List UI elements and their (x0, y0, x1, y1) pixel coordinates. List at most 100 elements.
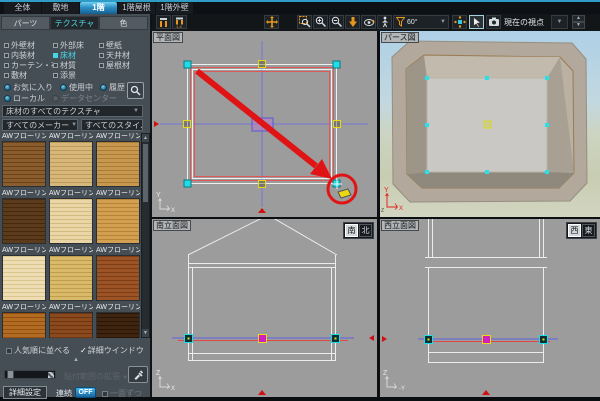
floor-tab[interactable]: 敷地 (42, 2, 79, 14)
texture-scale-slider[interactable] (4, 370, 56, 379)
detail-window-checkbox-label[interactable]: 詳細ウインドウ (88, 345, 144, 356)
detail-settings-button[interactable]: 詳細設定 (3, 386, 47, 399)
sort-checkbox-label[interactable]: 人気順に並べる (14, 345, 70, 356)
collapse-panel-button[interactable]: ▲ (56, 357, 96, 364)
wood-texture-thumbnail[interactable] (96, 198, 140, 244)
zoom-out-tool-button[interactable] (329, 15, 344, 29)
wood-texture-thumbnail[interactable] (2, 255, 46, 301)
plan-viewport[interactable]: 平面図 (152, 31, 377, 217)
zoom-window-tool-button[interactable] (297, 15, 312, 29)
wood-texture-thumbnail[interactable] (2, 141, 46, 187)
category-item[interactable]: 材質 (53, 60, 99, 70)
direction-button-west[interactable]: 西 (568, 224, 581, 237)
texture-swatch[interactable]: AWフローリング... (2, 247, 46, 301)
paste-wall-tool-button[interactable] (156, 15, 171, 29)
panel-tab[interactable]: テクスチャ (50, 16, 99, 30)
texture-swatch[interactable]: AWフローリング... (2, 133, 46, 187)
perspective-canvas[interactable]: Y X Z (380, 31, 600, 217)
paste-all-walls-tool-button[interactable]: 1-4 (172, 15, 187, 29)
perspective-viewport[interactable]: パース図 Y X (380, 31, 600, 217)
texture-swatch[interactable]: AWフローリング... (96, 247, 140, 301)
zoom-extents-tool-button[interactable] (345, 15, 360, 29)
texture-swatch[interactable]: AWフローリング... (2, 304, 46, 338)
maker-dropdown[interactable]: すべてのメーカー ▼ (2, 119, 78, 131)
plan-canvas[interactable]: Y X (152, 31, 377, 217)
scroll-down-icon[interactable]: ▼ (142, 329, 149, 337)
style-dropdown[interactable]: すべてのスタイル ▼ (81, 119, 143, 131)
texture-swatch[interactable]: AWフローリング... (96, 304, 140, 338)
orbit-tool-button[interactable] (361, 15, 376, 29)
filter-item[interactable]: 履歴 (100, 82, 125, 93)
wall-bottom (407, 172, 574, 188)
direction-button-north[interactable]: 北 (359, 224, 372, 237)
category-item[interactable]: 内装材 (4, 50, 53, 60)
svg-text:Z: Z (156, 370, 161, 377)
sort-checkbox[interactable] (6, 348, 12, 354)
category-item[interactable]: 壁紙 (99, 40, 147, 50)
floor-tab[interactable]: 全体 (4, 2, 41, 14)
texture-swatch[interactable]: AWフローリング... (49, 190, 93, 244)
floor-tab[interactable]: 1階外壁 (156, 2, 193, 14)
category-item[interactable]: 外壁材 (4, 40, 53, 50)
select-tool-button[interactable] (469, 15, 484, 29)
floor-center-handle[interactable] (483, 336, 491, 344)
eyedropper-button[interactable] (128, 366, 148, 383)
filter-item[interactable]: お気に入り (4, 82, 53, 93)
category-item[interactable]: 添景 (53, 70, 99, 80)
walkthrough-tool-button[interactable] (377, 15, 392, 29)
scrollbar-thumb[interactable] (143, 144, 148, 202)
wood-texture-thumbnail[interactable] (96, 255, 140, 301)
category-item[interactable]: 外部床 (53, 40, 99, 50)
panel-tab[interactable]: 色 (99, 16, 148, 30)
floor-tab[interactable]: 1階 (80, 2, 117, 14)
fit-view-button[interactable] (452, 15, 467, 29)
wood-texture-thumbnail[interactable] (49, 255, 93, 301)
direction-button-east[interactable]: 東 (582, 224, 595, 237)
viewpoint-dropdown-button[interactable]: ▼ (551, 15, 568, 29)
texture-swatch[interactable]: AWフローリング... (49, 133, 93, 187)
texture-filter-dropdown[interactable]: 床材のすべてのテクスチャ ▼ (2, 105, 143, 117)
category-item[interactable]: 床材 (53, 50, 99, 60)
panel-tab[interactable]: パーツ (1, 16, 50, 30)
slider-handle[interactable] (7, 370, 14, 379)
category-item[interactable]: 屋根材 (99, 60, 147, 70)
scroll-up-icon[interactable]: ▲ (142, 134, 149, 142)
swatch-scrollbar[interactable]: ▲ ▼ (141, 133, 150, 338)
zoom-in-tool-button[interactable] (313, 15, 328, 29)
texture-swatch[interactable]: AWフローリング... (96, 190, 140, 244)
wood-texture-thumbnail[interactable] (49, 312, 93, 338)
direction-button-south[interactable]: 南 (345, 224, 358, 237)
texture-swatch[interactable]: AWフローリング... (49, 247, 93, 301)
filter-item[interactable]: データセンター (52, 93, 117, 104)
snapshot-button[interactable] (486, 15, 501, 29)
south-elevation-viewport[interactable]: 南立面図 南 北 (152, 219, 377, 397)
floor-tab[interactable]: 1階屋根 (118, 2, 155, 14)
search-button[interactable] (127, 82, 144, 99)
filter-item[interactable]: ローカル (4, 93, 45, 104)
south-elevation-canvas[interactable]: Z X (152, 219, 377, 397)
wood-texture-thumbnail[interactable] (2, 312, 46, 338)
one-face-checkbox[interactable] (102, 391, 108, 397)
wood-texture-thumbnail[interactable] (49, 198, 93, 244)
texture-swatch[interactable]: AWフローリング... (96, 133, 140, 187)
viewpoint-prev-button[interactable]: ▲ (572, 15, 585, 22)
continuous-toggle[interactable]: OFF (75, 387, 96, 398)
floor-center-handle[interactable] (484, 121, 491, 128)
texture-swatch[interactable]: AWフローリング... (49, 304, 93, 338)
wood-texture-thumbnail[interactable] (49, 141, 93, 187)
wood-texture-thumbnail[interactable] (96, 312, 140, 338)
swatch-options-row: 人気順に並べる ✓ 詳細ウインドウ (6, 345, 144, 356)
fov-control[interactable]: 60° ▼ (393, 15, 449, 29)
floor-center-handle[interactable] (259, 335, 267, 343)
filter-item[interactable]: 使用中 (60, 82, 93, 93)
wood-texture-thumbnail[interactable] (96, 141, 140, 187)
wood-texture-thumbnail[interactable] (2, 198, 46, 244)
texture-swatch[interactable]: AWフローリング... (2, 190, 46, 244)
pan-tool-button[interactable] (264, 15, 279, 29)
category-item[interactable]: 敷材 (4, 70, 53, 80)
west-elevation-viewport[interactable]: 西立面図 西 東 (380, 219, 600, 397)
west-elevation-canvas[interactable]: Z -Y (380, 219, 600, 397)
category-item[interactable]: カーテン・布 (4, 60, 53, 70)
category-item[interactable]: 天井材 (99, 50, 147, 60)
viewpoint-next-button[interactable]: ▼ (572, 22, 585, 29)
